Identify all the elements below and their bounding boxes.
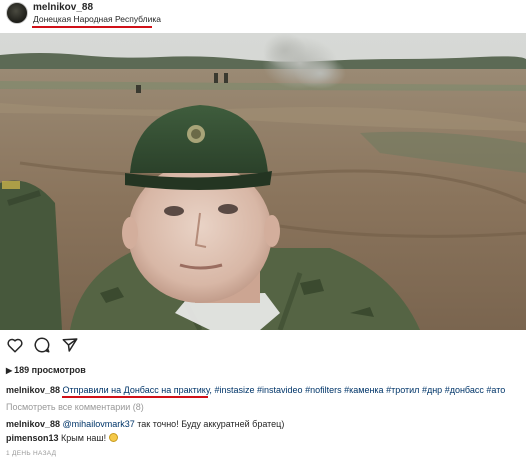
heart-icon[interactable] — [6, 336, 26, 356]
comment: melnikov_88 @mihailovmark37 так точно! Б… — [6, 418, 284, 430]
post-actions — [0, 336, 526, 356]
hashtag[interactable]: #днр — [422, 385, 442, 395]
caption-username[interactable]: melnikov_88 — [6, 385, 60, 395]
view-count-text: 189 просмотров — [14, 365, 86, 375]
view-all-comments-link[interactable]: Посмотреть все комментарии (8) — [6, 402, 144, 412]
video-views-icon: ▶ — [6, 366, 13, 375]
caption-text: Отправили на Донбасс на практику, — [62, 385, 212, 395]
post-header: melnikov_88 Донецкая Народная Республика — [0, 0, 526, 32]
comment: pimenson13 Крым наш! — [6, 432, 118, 444]
comment-text: Крым наш! — [61, 433, 107, 443]
comment-username[interactable]: melnikov_88 — [6, 419, 60, 429]
view-count: ▶ 189 просмотров — [6, 365, 86, 375]
laughing-emoji-icon — [108, 433, 118, 442]
comment-username[interactable]: pimenson13 — [6, 433, 59, 443]
comment-mention[interactable]: @mihailovmark37 — [63, 419, 135, 429]
hashtag[interactable]: #тротил — [386, 385, 419, 395]
post-caption: melnikov_88 Отправили на Донбасс на прак… — [6, 384, 522, 396]
hashtag[interactable]: #nofilters — [305, 385, 342, 395]
location-annotation-underline — [32, 26, 152, 28]
comment-icon[interactable] — [33, 336, 53, 356]
hashtag[interactable]: #донбасс — [445, 385, 484, 395]
hashtag[interactable]: #каменка — [344, 385, 383, 395]
hashtag[interactable]: #instasize — [214, 385, 254, 395]
post-timestamp: 1 ДЕНЬ НАЗАД — [6, 450, 57, 457]
post-photo[interactable] — [0, 33, 526, 330]
avatar[interactable] — [6, 2, 28, 24]
hashtag[interactable]: #ато — [486, 385, 505, 395]
post-location[interactable]: Донецкая Народная Республика — [33, 14, 161, 24]
caption-annotation-underline — [62, 396, 208, 398]
post-username[interactable]: melnikov_88 — [33, 2, 93, 13]
hashtag[interactable]: #instavideo — [257, 385, 303, 395]
share-icon[interactable] — [61, 336, 81, 356]
comment-text: так точно! Буду аккуратней братец) — [137, 419, 285, 429]
